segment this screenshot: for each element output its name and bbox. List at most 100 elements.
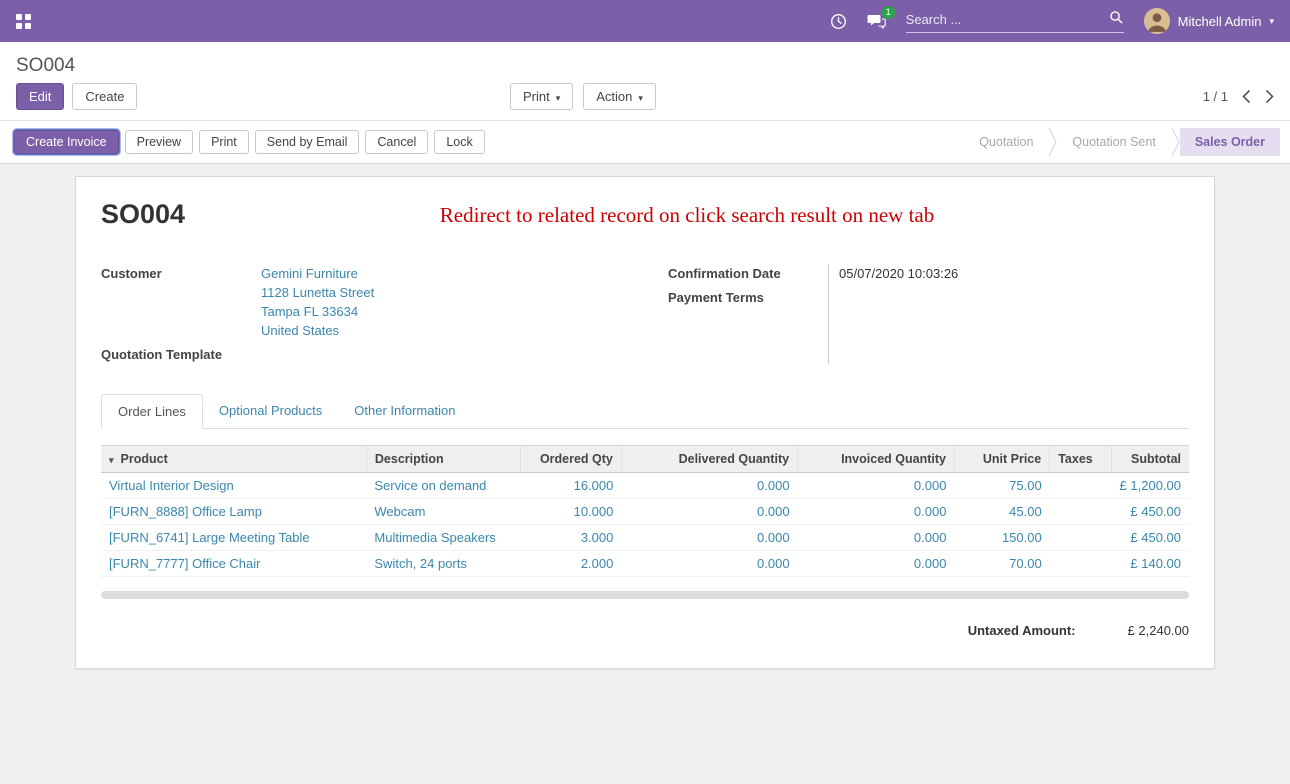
customer-address-line: Tampa FL 33634: [261, 302, 622, 321]
cell-product[interactable]: [FURN_7777] Office Chair: [101, 551, 366, 577]
customer-value: Gemini Furniture 1128 Lunetta Street Tam…: [261, 264, 622, 340]
create-invoice-button[interactable]: Create Invoice: [14, 130, 119, 154]
tab-other-information[interactable]: Other Information: [338, 394, 471, 428]
cell-delivered-qty[interactable]: 0.000: [621, 499, 797, 525]
user-menu[interactable]: Mitchell Admin ▾: [1144, 8, 1274, 34]
apps-menu-icon[interactable]: [16, 14, 31, 29]
cell-invoiced-qty[interactable]: 0.000: [798, 499, 955, 525]
cell-ordered-qty[interactable]: 3.000: [520, 525, 621, 551]
cell-delivered-qty[interactable]: 0.000: [621, 525, 797, 551]
table-row[interactable]: [FURN_6741] Large Meeting Table Multimed…: [101, 525, 1189, 551]
column-header-subtotal[interactable]: Subtotal: [1111, 446, 1189, 473]
table-row[interactable]: [FURN_7777] Office Chair Switch, 24 port…: [101, 551, 1189, 577]
global-search: [906, 9, 1124, 33]
column-header-taxes[interactable]: Taxes: [1050, 446, 1112, 473]
cell-invoiced-qty[interactable]: 0.000: [798, 473, 955, 499]
cell-invoiced-qty[interactable]: 0.000: [798, 525, 955, 551]
cell-subtotal[interactable]: £ 1,200.00: [1111, 473, 1189, 499]
pager: 1 / 1: [1203, 89, 1274, 104]
column-header-product[interactable]: ▾Product: [101, 446, 366, 473]
cell-product[interactable]: Virtual Interior Design: [101, 473, 366, 499]
horizontal-scrollbar[interactable]: [101, 591, 1189, 599]
cell-delivered-qty[interactable]: 0.000: [621, 551, 797, 577]
cell-ordered-qty[interactable]: 10.000: [520, 499, 621, 525]
cell-description[interactable]: Switch, 24 ports: [366, 551, 520, 577]
print-menu-button[interactable]: Print▾: [510, 83, 573, 110]
customer-name-link[interactable]: Gemini Furniture: [261, 264, 622, 283]
cell-description[interactable]: Multimedia Speakers: [366, 525, 520, 551]
cell-product[interactable]: [FURN_6741] Large Meeting Table: [101, 525, 366, 551]
search-input[interactable]: [906, 9, 1109, 30]
sort-caret-icon[interactable]: ▾: [109, 455, 114, 465]
right-values: 05/07/2020 10:03:26: [828, 264, 1189, 364]
record-buttons: Edit Create: [16, 83, 137, 110]
field-groups: Customer Gemini Furniture 1128 Lunetta S…: [101, 264, 1189, 364]
cell-taxes[interactable]: [1050, 525, 1112, 551]
top-navbar: 1 Mitchell Admin ▾: [0, 0, 1290, 42]
search-icon[interactable]: [1109, 10, 1124, 30]
statusbar: Create Invoice Preview Print Send by Ema…: [0, 120, 1290, 164]
column-header-ordered-qty[interactable]: Ordered Qty: [520, 446, 621, 473]
order-lines-table: ▾Product Description Ordered Qty Deliver…: [101, 445, 1189, 577]
column-header-unit-price[interactable]: Unit Price: [954, 446, 1049, 473]
control-panel: Edit Create Print▾ Action▾ 1 / 1: [0, 83, 1290, 120]
customer-address-line: United States: [261, 321, 622, 340]
statusbar-buttons: Create Invoice Preview Print Send by Ema…: [14, 130, 485, 154]
form-view-background: SO004 Redirect to related record on clic…: [0, 164, 1290, 784]
cell-taxes[interactable]: [1050, 499, 1112, 525]
tab-order-lines[interactable]: Order Lines: [101, 394, 203, 429]
cell-subtotal[interactable]: £ 450.00: [1111, 499, 1189, 525]
confirmation-date-label: Confirmation Date: [668, 264, 828, 283]
quotation-template-value[interactable]: [261, 345, 622, 364]
messages-icon[interactable]: 1: [867, 13, 886, 30]
stage-sales-order[interactable]: Sales Order: [1180, 128, 1280, 156]
cell-description[interactable]: Webcam: [366, 499, 520, 525]
stage-quotation-sent[interactable]: Quotation Sent: [1057, 128, 1170, 156]
chevron-down-icon: ▾: [1269, 16, 1274, 27]
cell-unit-price[interactable]: 70.00: [954, 551, 1049, 577]
cancel-button[interactable]: Cancel: [365, 130, 428, 154]
cell-subtotal[interactable]: £ 140.00: [1111, 551, 1189, 577]
cell-product[interactable]: [FURN_8888] Office Lamp: [101, 499, 366, 525]
edit-button[interactable]: Edit: [16, 83, 64, 110]
confirmation-date-value: 05/07/2020 10:03:26: [839, 264, 1189, 283]
customer-label: Customer: [101, 264, 261, 283]
column-header-description[interactable]: Description: [366, 446, 520, 473]
pager-next-icon[interactable]: [1265, 89, 1274, 104]
tab-optional-products[interactable]: Optional Products: [203, 394, 338, 428]
chevron-down-icon: ▾: [638, 93, 643, 103]
untaxed-amount-label: Untaxed Amount:: [968, 623, 1076, 638]
create-button[interactable]: Create: [72, 83, 137, 110]
lock-button[interactable]: Lock: [434, 130, 484, 154]
user-name: Mitchell Admin: [1178, 14, 1262, 29]
cell-invoiced-qty[interactable]: 0.000: [798, 551, 955, 577]
cell-ordered-qty[interactable]: 16.000: [520, 473, 621, 499]
sale-order-sheet: SO004 Redirect to related record on clic…: [75, 176, 1215, 669]
table-row[interactable]: Virtual Interior Design Service on deman…: [101, 473, 1189, 499]
order-reference-title: SO004: [101, 199, 185, 230]
cell-unit-price[interactable]: 45.00: [954, 499, 1049, 525]
avatar: [1144, 8, 1170, 34]
send-by-email-button[interactable]: Send by Email: [255, 130, 360, 154]
cell-taxes[interactable]: [1050, 551, 1112, 577]
cell-unit-price[interactable]: 75.00: [954, 473, 1049, 499]
pager-previous-icon[interactable]: [1242, 89, 1251, 104]
stage-quotation[interactable]: Quotation: [964, 128, 1048, 156]
chevron-down-icon: ▾: [556, 93, 561, 103]
cell-delivered-qty[interactable]: 0.000: [621, 473, 797, 499]
cell-taxes[interactable]: [1050, 473, 1112, 499]
activities-clock-icon[interactable]: [830, 13, 847, 30]
cell-subtotal[interactable]: £ 450.00: [1111, 525, 1189, 551]
cell-unit-price[interactable]: 150.00: [954, 525, 1049, 551]
totals: Untaxed Amount: £ 2,240.00: [101, 623, 1189, 638]
cell-ordered-qty[interactable]: 2.000: [520, 551, 621, 577]
column-header-delivered-qty[interactable]: Delivered Quantity: [621, 446, 797, 473]
cell-description[interactable]: Service on demand: [366, 473, 520, 499]
print-button[interactable]: Print: [199, 130, 249, 154]
table-row[interactable]: [FURN_8888] Office Lamp Webcam 10.000 0.…: [101, 499, 1189, 525]
column-header-invoiced-qty[interactable]: Invoiced Quantity: [798, 446, 955, 473]
payment-terms-label: Payment Terms: [668, 288, 828, 307]
preview-button[interactable]: Preview: [125, 130, 193, 154]
action-menu-button[interactable]: Action▾: [583, 83, 656, 110]
table-header-row: ▾Product Description Ordered Qty Deliver…: [101, 446, 1189, 473]
